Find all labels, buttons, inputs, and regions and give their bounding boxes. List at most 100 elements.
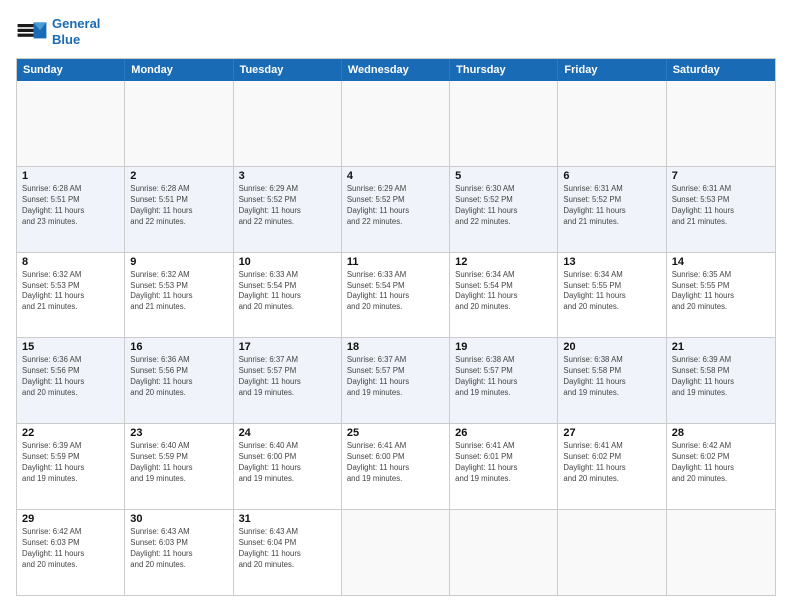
- day-number: 31: [239, 513, 336, 525]
- day-info: Sunrise: 6:43 AM Sunset: 6:04 PM Dayligh…: [239, 527, 336, 571]
- day-info: Sunrise: 6:31 AM Sunset: 5:52 PM Dayligh…: [563, 184, 660, 228]
- day-info: Sunrise: 6:36 AM Sunset: 5:56 PM Dayligh…: [22, 355, 119, 399]
- day-info: Sunrise: 6:32 AM Sunset: 5:53 PM Dayligh…: [22, 270, 119, 314]
- header: General Blue: [16, 16, 776, 48]
- day-info: Sunrise: 6:41 AM Sunset: 6:02 PM Dayligh…: [563, 441, 660, 485]
- day-number: 16: [130, 341, 227, 353]
- day-number: 4: [347, 170, 444, 182]
- calendar-cell: 20Sunrise: 6:38 AM Sunset: 5:58 PM Dayli…: [558, 338, 666, 423]
- day-info: Sunrise: 6:43 AM Sunset: 6:03 PM Dayligh…: [130, 527, 227, 571]
- day-number: 26: [455, 427, 552, 439]
- day-number: 3: [239, 170, 336, 182]
- day-number: 2: [130, 170, 227, 182]
- calendar-cell: [558, 510, 666, 595]
- calendar-row-1: 1Sunrise: 6:28 AM Sunset: 5:51 PM Daylig…: [17, 167, 775, 253]
- day-info: Sunrise: 6:32 AM Sunset: 5:53 PM Dayligh…: [130, 270, 227, 314]
- day-number: 25: [347, 427, 444, 439]
- header-day-sunday: Sunday: [17, 59, 125, 81]
- calendar-cell: 25 Sunrise: 6:41 AM Sunset: 6:00 PM Dayli…: [342, 424, 450, 509]
- calendar-cell: 19Sunrise: 6:38 AM Sunset: 5:57 PM Dayli…: [450, 338, 558, 423]
- calendar-cell: 2Sunrise: 6:28 AM Sunset: 5:51 PM Daylig…: [125, 167, 233, 252]
- day-info: Sunrise: 6:29 AM Sunset: 5:52 PM Dayligh…: [347, 184, 444, 228]
- calendar-cell: 22Sunrise: 6:39 AM Sunset: 5:59 PM Dayli…: [17, 424, 125, 509]
- day-number: 30: [130, 513, 227, 525]
- day-number: 28: [672, 427, 770, 439]
- calendar-cell: [342, 510, 450, 595]
- calendar-cell: 12Sunrise: 6:34 AM Sunset: 5:54 PM Dayli…: [450, 253, 558, 338]
- day-info: Sunrise: 6:30 AM Sunset: 5:52 PM Dayligh…: [455, 184, 552, 228]
- calendar-cell: 24 Sunrise: 6:40 AM Sunset: 6:00 PM Dayli…: [234, 424, 342, 509]
- page: General Blue SundayMondayTuesdayWednesda…: [0, 0, 792, 612]
- calendar-cell: [450, 81, 558, 166]
- calendar-cell: [558, 81, 666, 166]
- day-number: 20: [563, 341, 660, 353]
- day-number: 18: [347, 341, 444, 353]
- calendar-header: SundayMondayTuesdayWednesdayThursdayFrid…: [17, 59, 775, 81]
- calendar-cell: 26Sunrise: 6:41 AM Sunset: 6:01 PM Dayli…: [450, 424, 558, 509]
- day-info: Sunrise: 6:42 AM Sunset: 6:03 PM Dayligh…: [22, 527, 119, 571]
- calendar-cell: 3 Sunrise: 6:29 AM Sunset: 5:52 PM Daylig…: [234, 167, 342, 252]
- day-number: 29: [22, 513, 119, 525]
- calendar-row-5: 29 Sunrise: 6:42 AM Sunset: 6:03 PM Dayli…: [17, 510, 775, 595]
- day-info: Sunrise: 6:29 AM Sunset: 5:52 PM Dayligh…: [239, 184, 336, 228]
- calendar-cell: 7Sunrise: 6:31 AM Sunset: 5:53 PM Daylig…: [667, 167, 775, 252]
- calendar-cell: 28 Sunrise: 6:42 AM Sunset: 6:02 PM Dayli…: [667, 424, 775, 509]
- day-number: 8: [22, 256, 119, 268]
- day-info: Sunrise: 6:37 AM Sunset: 5:57 PM Dayligh…: [239, 355, 336, 399]
- general-blue-logo-icon: [16, 16, 48, 48]
- calendar-cell: 27 Sunrise: 6:41 AM Sunset: 6:02 PM Dayli…: [558, 424, 666, 509]
- day-number: 15: [22, 341, 119, 353]
- calendar-cell: [125, 81, 233, 166]
- day-info: Sunrise: 6:34 AM Sunset: 5:54 PM Dayligh…: [455, 270, 552, 314]
- day-info: Sunrise: 6:31 AM Sunset: 5:53 PM Dayligh…: [672, 184, 770, 228]
- calendar-row-0: [17, 81, 775, 167]
- header-day-tuesday: Tuesday: [234, 59, 342, 81]
- calendar-cell: 1Sunrise: 6:28 AM Sunset: 5:51 PM Daylig…: [17, 167, 125, 252]
- calendar-row-4: 22Sunrise: 6:39 AM Sunset: 5:59 PM Dayli…: [17, 424, 775, 510]
- calendar-cell: [234, 81, 342, 166]
- day-number: 23: [130, 427, 227, 439]
- day-info: Sunrise: 6:33 AM Sunset: 5:54 PM Dayligh…: [347, 270, 444, 314]
- calendar: SundayMondayTuesdayWednesdayThursdayFrid…: [16, 58, 776, 596]
- day-number: 13: [563, 256, 660, 268]
- day-info: Sunrise: 6:40 AM Sunset: 5:59 PM Dayligh…: [130, 441, 227, 485]
- calendar-row-3: 15 Sunrise: 6:36 AM Sunset: 5:56 PM Dayli…: [17, 338, 775, 424]
- day-number: 21: [672, 341, 770, 353]
- day-number: 11: [347, 256, 444, 268]
- calendar-cell: 15 Sunrise: 6:36 AM Sunset: 5:56 PM Dayli…: [17, 338, 125, 423]
- calendar-cell: 17 Sunrise: 6:37 AM Sunset: 5:57 PM Dayli…: [234, 338, 342, 423]
- day-info: Sunrise: 6:41 AM Sunset: 6:00 PM Dayligh…: [347, 441, 444, 485]
- day-info: Sunrise: 6:34 AM Sunset: 5:55 PM Dayligh…: [563, 270, 660, 314]
- day-info: Sunrise: 6:28 AM Sunset: 5:51 PM Dayligh…: [22, 184, 119, 228]
- calendar-cell: [667, 81, 775, 166]
- logo: General Blue: [16, 16, 100, 48]
- day-info: Sunrise: 6:39 AM Sunset: 5:58 PM Dayligh…: [672, 355, 770, 399]
- day-number: 17: [239, 341, 336, 353]
- day-number: 14: [672, 256, 770, 268]
- day-number: 24: [239, 427, 336, 439]
- day-number: 10: [239, 256, 336, 268]
- calendar-cell: 16Sunrise: 6:36 AM Sunset: 5:56 PM Dayli…: [125, 338, 233, 423]
- calendar-cell: 11 Sunrise: 6:33 AM Sunset: 5:54 PM Dayli…: [342, 253, 450, 338]
- header-day-wednesday: Wednesday: [342, 59, 450, 81]
- calendar-cell: 14Sunrise: 6:35 AM Sunset: 5:55 PM Dayli…: [667, 253, 775, 338]
- calendar-cell: [450, 510, 558, 595]
- calendar-cell: 13 Sunrise: 6:34 AM Sunset: 5:55 PM Dayli…: [558, 253, 666, 338]
- day-info: Sunrise: 6:37 AM Sunset: 5:57 PM Dayligh…: [347, 355, 444, 399]
- day-info: Sunrise: 6:42 AM Sunset: 6:02 PM Dayligh…: [672, 441, 770, 485]
- day-number: 27: [563, 427, 660, 439]
- header-day-monday: Monday: [125, 59, 233, 81]
- calendar-cell: 30 Sunrise: 6:43 AM Sunset: 6:03 PM Dayli…: [125, 510, 233, 595]
- day-info: Sunrise: 6:40 AM Sunset: 6:00 PM Dayligh…: [239, 441, 336, 485]
- calendar-cell: 10Sunrise: 6:33 AM Sunset: 5:54 PM Dayli…: [234, 253, 342, 338]
- calendar-row-2: 8 Sunrise: 6:32 AM Sunset: 5:53 PM Daylig…: [17, 253, 775, 339]
- header-day-thursday: Thursday: [450, 59, 558, 81]
- day-number: 9: [130, 256, 227, 268]
- header-day-friday: Friday: [558, 59, 666, 81]
- day-info: Sunrise: 6:38 AM Sunset: 5:57 PM Dayligh…: [455, 355, 552, 399]
- day-number: 6: [563, 170, 660, 182]
- calendar-cell: 29 Sunrise: 6:42 AM Sunset: 6:03 PM Dayli…: [17, 510, 125, 595]
- calendar-cell: 31 Sunrise: 6:43 AM Sunset: 6:04 PM Dayli…: [234, 510, 342, 595]
- calendar-cell: 18 Sunrise: 6:37 AM Sunset: 5:57 PM Dayli…: [342, 338, 450, 423]
- calendar-cell: [342, 81, 450, 166]
